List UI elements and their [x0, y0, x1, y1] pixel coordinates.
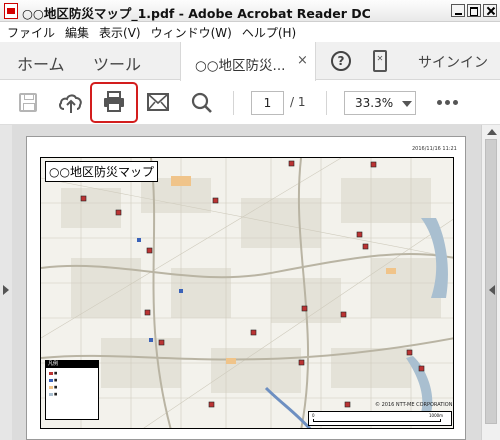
- legend-item: ■: [49, 371, 57, 376]
- search-icon[interactable]: [191, 92, 213, 114]
- tab-close-icon[interactable]: ×: [297, 53, 308, 68]
- legend-title: 凡例: [46, 361, 98, 368]
- zoom-select[interactable]: 33.3%: [344, 91, 416, 115]
- tab-tools[interactable]: ツール: [93, 51, 141, 75]
- page-total: / 1: [290, 95, 306, 109]
- menu-file[interactable]: ファイル: [0, 24, 60, 41]
- toolbar: 1 / 1 33.3%: [0, 81, 500, 125]
- tab-home[interactable]: ホーム: [17, 51, 65, 75]
- map-copyright: © 2016 NTT-ME CORPORATION: [375, 402, 453, 408]
- left-panel-toggle[interactable]: [0, 125, 12, 440]
- map-image: [41, 158, 453, 428]
- more-icon[interactable]: [437, 100, 459, 106]
- chevron-down-icon: [402, 101, 412, 107]
- title-bar: ○○地区防災マップ_1.pdf - Adobe Acrobat Reader D…: [0, 0, 500, 22]
- scrollbar-thumb[interactable]: [485, 139, 497, 424]
- tab-document-label: ○○地区防災...: [195, 58, 286, 74]
- expand-left-icon[interactable]: [3, 285, 9, 295]
- window-title: ○○地区防災マップ_1.pdf - Adobe Acrobat Reader D…: [22, 6, 371, 21]
- menu-edit[interactable]: 編集: [60, 24, 94, 41]
- print-icon[interactable]: [102, 91, 126, 113]
- toolbar-divider: [233, 91, 234, 115]
- help-icon[interactable]: ?: [331, 51, 351, 71]
- upload-icon[interactable]: [58, 91, 84, 115]
- phone-icon[interactable]: [373, 50, 387, 72]
- pdf-file-icon: [4, 3, 18, 19]
- tab-row: ホーム ツール ○○地区防災... × ? サインイン: [0, 42, 500, 81]
- vertical-scrollbar[interactable]: [481, 125, 500, 440]
- menu-window[interactable]: ウィンドウ(W): [146, 24, 237, 41]
- minimize-button[interactable]: [451, 4, 465, 17]
- legend-item: ■: [49, 385, 57, 390]
- email-icon[interactable]: [147, 93, 169, 111]
- menu-help[interactable]: ヘルプ(H): [237, 24, 301, 41]
- map-frame: ○○地区防災マップ 凡例 ■ ■ ■ ■ © 2016 NTT-ME CORPO…: [40, 157, 454, 429]
- legend-item: ■: [49, 378, 57, 383]
- scroll-up-icon[interactable]: [487, 129, 497, 135]
- maximize-button[interactable]: [467, 4, 481, 17]
- toolbar-divider: [326, 91, 327, 115]
- map-scalebar: 0 1000m: [308, 411, 452, 426]
- scale-start: 0: [312, 413, 315, 418]
- map-title: ○○地区防災マップ: [45, 161, 158, 182]
- legend-item: ■: [49, 392, 57, 397]
- menu-bar: ファイル 編集 表示(V) ウィンドウ(W) ヘルプ(H): [0, 22, 500, 42]
- page-number-input[interactable]: 1: [251, 91, 284, 115]
- menu-view[interactable]: 表示(V): [94, 24, 146, 41]
- save-icon[interactable]: [19, 93, 37, 112]
- scale-line: [313, 419, 441, 422]
- expand-right-icon[interactable]: [489, 285, 495, 295]
- scale-end: 1000m: [429, 413, 444, 418]
- pdf-page: 2016/11/16 11:21 ○○地区防災マップ 凡例 ■ ■ ■ ■ © …: [26, 136, 466, 440]
- print-date: 2016/11/16 11:21: [412, 146, 457, 152]
- tab-document[interactable]: ○○地区防災... ×: [180, 42, 316, 81]
- close-window-button[interactable]: [483, 4, 497, 17]
- signin-link[interactable]: サインイン: [418, 52, 488, 72]
- map-legend: 凡例 ■ ■ ■ ■: [45, 360, 99, 420]
- zoom-value: 33.3%: [355, 96, 394, 110]
